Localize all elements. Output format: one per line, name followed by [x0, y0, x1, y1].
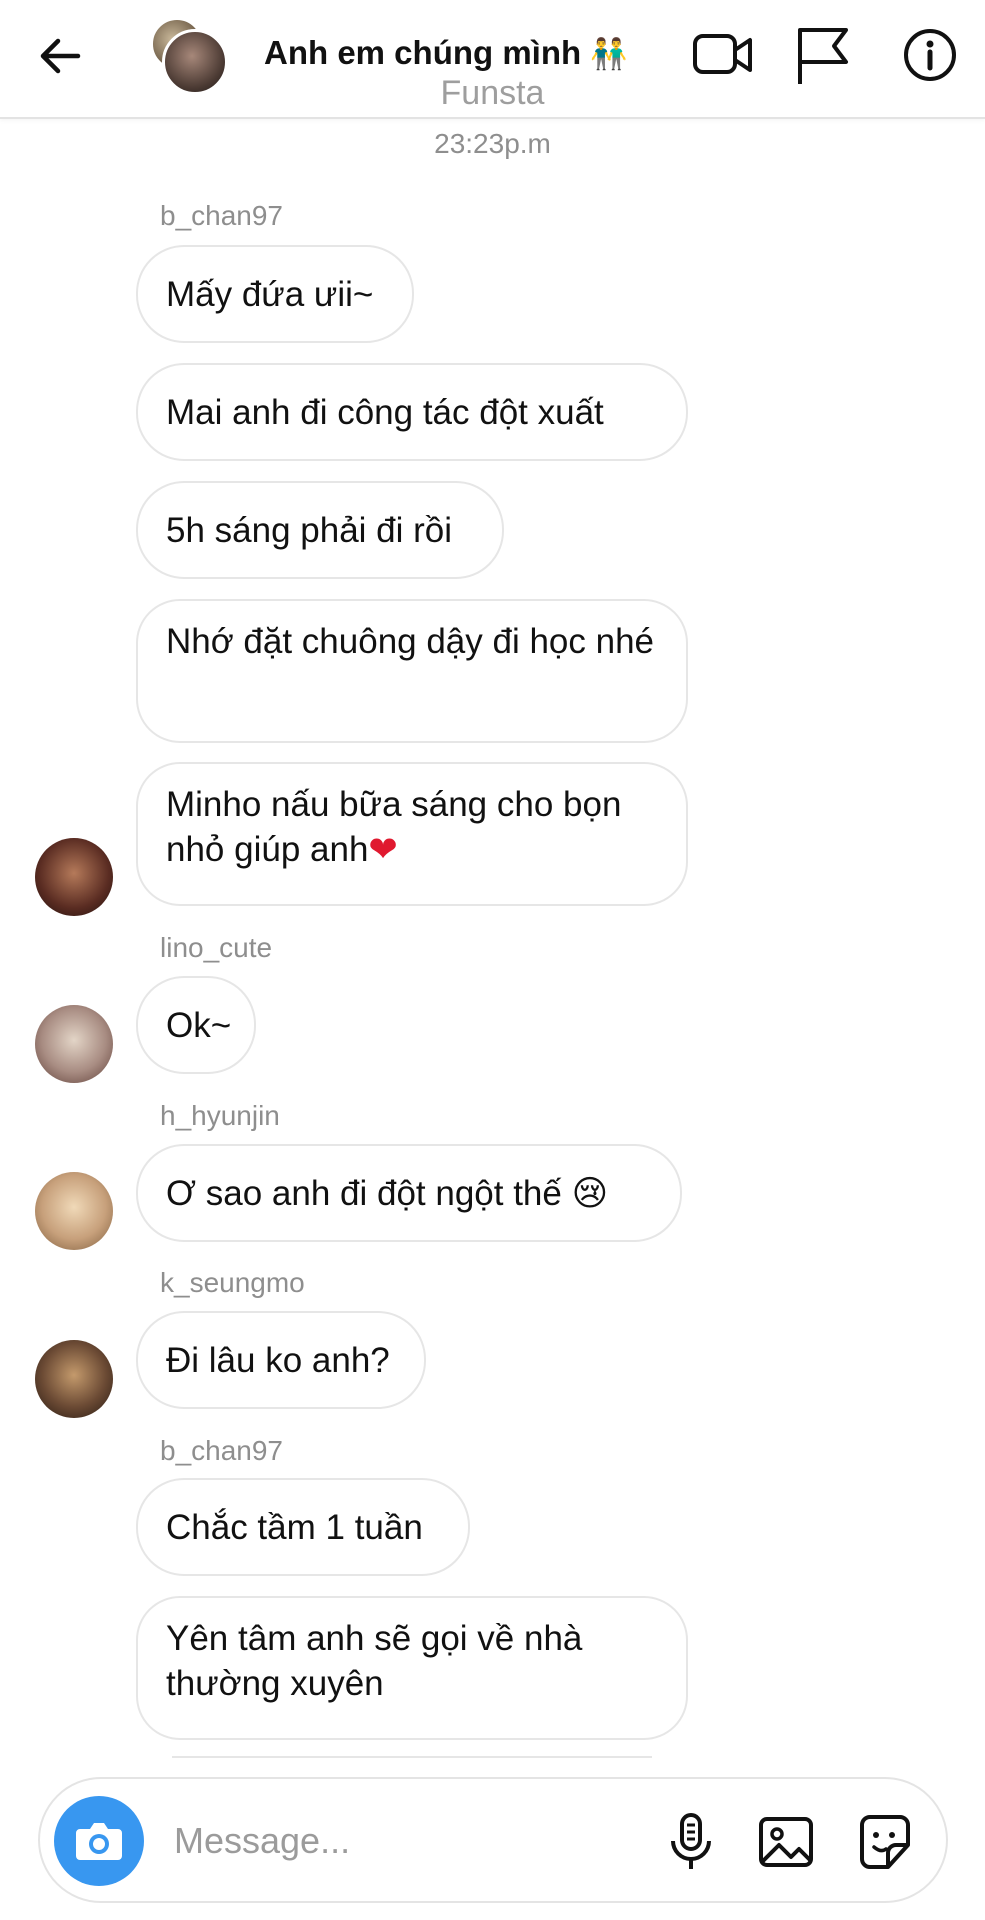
camera-button[interactable] — [54, 1796, 144, 1886]
chat-title-text: Anh em chúng mình — [264, 34, 582, 71]
message-text: Ok~ — [166, 1005, 232, 1045]
message-bubble[interactable]: Đi lâu ko anh? — [136, 1311, 426, 1409]
message-bubble[interactable]: Mấy đứa ưii~ — [136, 245, 414, 343]
message-text: Yên tâm anh sẽ gọi về nhà thường xuyên — [166, 1619, 583, 1703]
message-timestamp: 23:23p.m — [434, 128, 551, 159]
message-composer — [38, 1777, 948, 1903]
sticker-icon[interactable] — [854, 1811, 916, 1873]
sender-avatar[interactable] — [35, 1005, 113, 1083]
gallery-icon[interactable] — [755, 1811, 817, 1873]
message-bubble[interactable]: Yên tâm anh sẽ gọi về nhà thường xuyên — [136, 1596, 688, 1740]
microphone-icon[interactable] — [660, 1811, 722, 1873]
heart-emoji: ❤ — [368, 830, 398, 869]
chat-title-emoji: 👬 — [590, 38, 628, 71]
message-bubble[interactable]: Minho nấu bữa sáng cho bọn nhỏ giúp anh❤ — [136, 762, 688, 906]
partial-message-bubble — [172, 1756, 652, 1762]
camera-icon — [76, 1823, 122, 1860]
sender-avatar[interactable] — [35, 1172, 113, 1250]
sender-avatar[interactable] — [35, 1340, 113, 1418]
message-text: Ơ sao anh đi đột ngột thế 😢 — [166, 1173, 609, 1213]
message-text: Nhớ đặt chuông dậy đi học nhé — [166, 622, 655, 661]
message-bubble[interactable]: 5h sáng phải đi rồi — [136, 481, 504, 579]
sender-username: k_seungmo — [160, 1267, 305, 1298]
message-text: Mai anh đi công tác đột xuất — [166, 392, 604, 432]
message-bubble[interactable]: Nhớ đặt chuông dậy đi học nhé — [136, 599, 688, 743]
sender-username: b_chan97 — [160, 1435, 284, 1466]
message-text: Mấy đứa ưii~ — [166, 274, 374, 314]
message-bubble[interactable]: Ơ sao anh đi đột ngột thế 😢 — [136, 1144, 682, 1242]
message-bubble[interactable]: Chắc tầm 1 tuần — [136, 1478, 470, 1576]
message-text: Chắc tầm 1 tuần — [166, 1507, 423, 1547]
message-text: Đi lâu ko anh? — [166, 1340, 390, 1380]
sender-username: lino_cute — [160, 932, 273, 963]
message-text: Minho nấu bữa sáng cho bọn nhỏ giúp anh❤ — [166, 782, 656, 872]
sender-avatar[interactable] — [35, 838, 113, 916]
chat-title[interactable]: Anh em chúng mình 👬 — [264, 34, 628, 72]
sender-username: b_chan97 — [160, 200, 284, 231]
message-input[interactable] — [172, 1815, 536, 1867]
app-label: Funsta — [440, 74, 545, 112]
message-bubble[interactable]: Ok~ — [136, 976, 256, 1074]
message-text: 5h sáng phải đi rồi — [166, 510, 453, 550]
sender-username: h_hyunjin — [160, 1100, 280, 1131]
message-bubble[interactable]: Mai anh đi công tác đột xuất — [136, 363, 688, 461]
